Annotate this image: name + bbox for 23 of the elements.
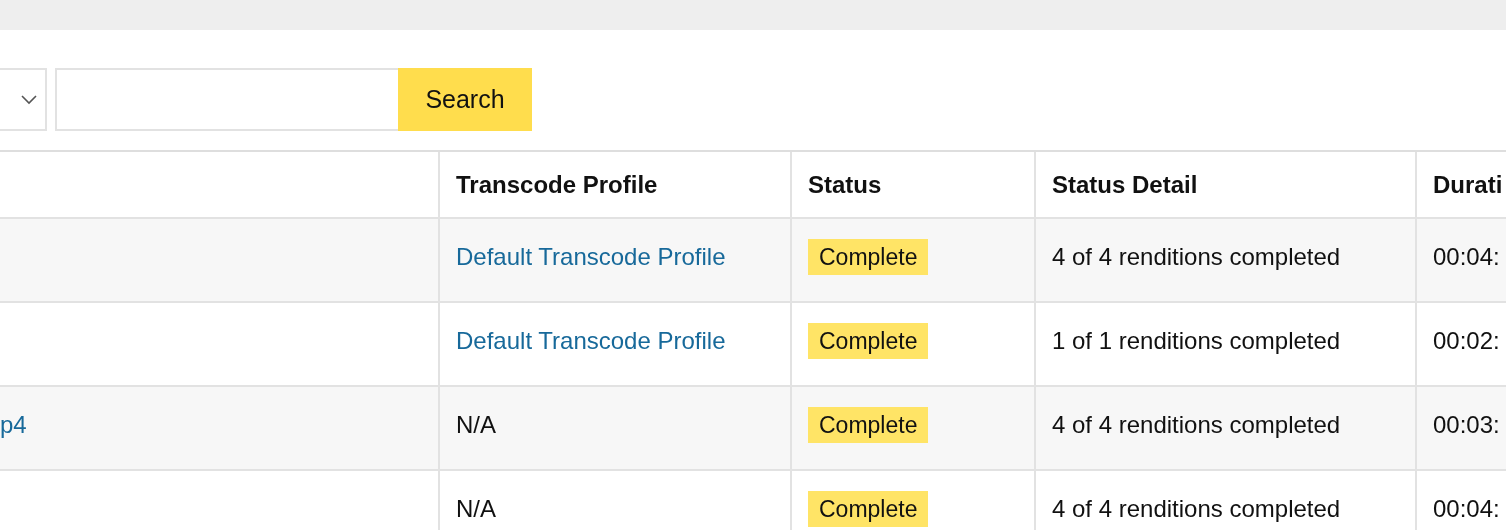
table-cell: 00:03: xyxy=(1415,387,1506,471)
column-header: Status Detail xyxy=(1034,152,1415,219)
file-link[interactable]: p4 xyxy=(0,411,27,439)
column-header: Durati xyxy=(1415,152,1506,219)
search-button[interactable]: Search xyxy=(398,68,532,131)
status-badge: Complete xyxy=(808,323,929,359)
select-field[interactable] xyxy=(0,68,47,131)
profile-text: N/A xyxy=(456,411,496,439)
table-cell: 4 of 4 renditions completed xyxy=(1034,219,1415,303)
column-header: Transcode Profile xyxy=(438,152,790,219)
chevron-down-icon xyxy=(21,94,37,105)
table-cell: 4 of 4 renditions completed xyxy=(1034,387,1415,471)
profile-link[interactable]: Default Transcode Profile xyxy=(456,327,726,355)
search-field[interactable] xyxy=(55,68,398,131)
status-badge: Complete xyxy=(808,407,929,443)
status-badge: Complete xyxy=(808,239,929,275)
profile-link[interactable]: Default Transcode Profile xyxy=(456,243,726,271)
table-cell: 1 of 1 renditions completed xyxy=(1034,303,1415,387)
profile-text: N/A xyxy=(456,495,496,523)
column-header: Status xyxy=(790,152,1034,219)
table-cell: 00:02: xyxy=(1415,303,1506,387)
table-cell: 00:04: xyxy=(1415,219,1506,303)
status-badge: Complete xyxy=(808,491,929,527)
